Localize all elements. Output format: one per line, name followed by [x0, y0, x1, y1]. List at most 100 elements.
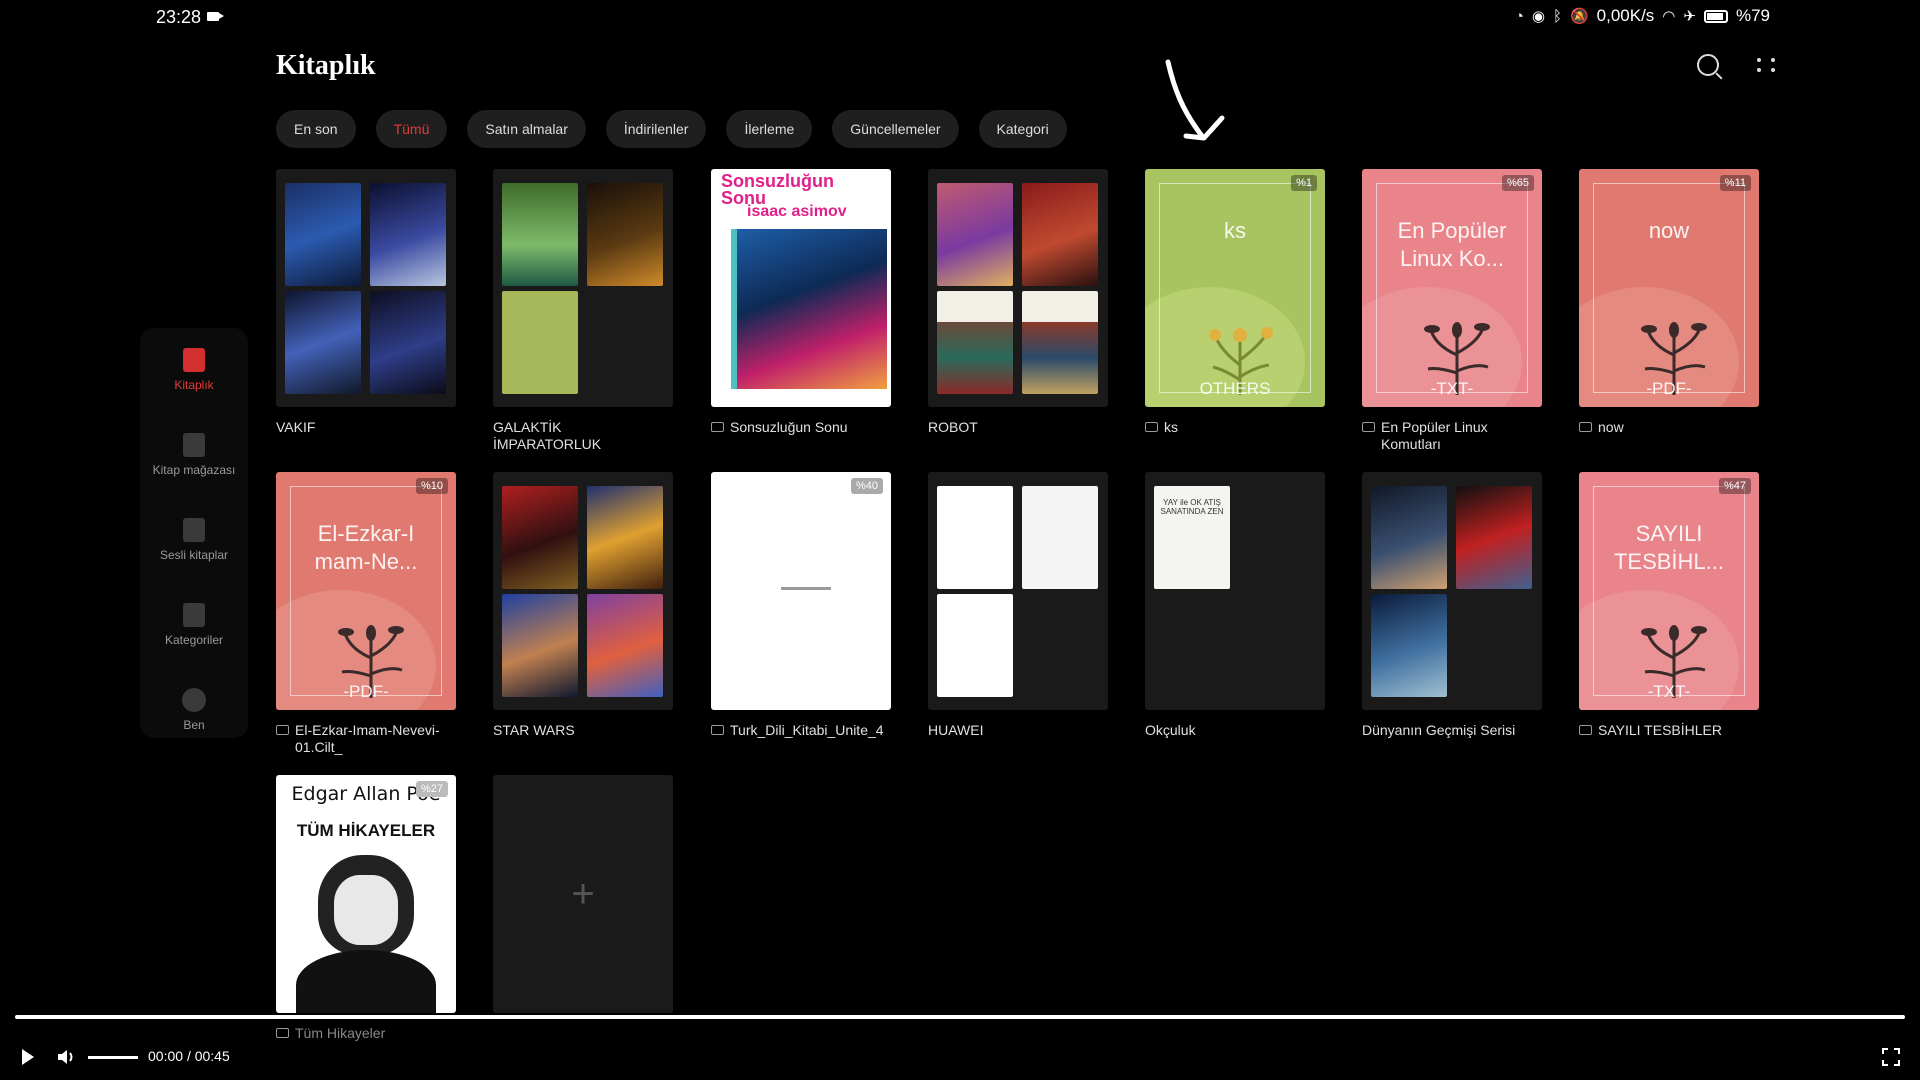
folder-icon: [1145, 422, 1158, 432]
book-item[interactable]: ROBOT: [928, 169, 1108, 436]
book-cover[interactable]: [493, 169, 673, 407]
book-title: HUAWEI: [928, 722, 984, 738]
filter-tabs: En son Tümü Satın almalar İndirilenler İ…: [276, 110, 1067, 148]
top-actions: [1697, 54, 1777, 76]
book-item[interactable]: SAYILI TESBİHL... -TXT- %47 SAYILI TESBİ…: [1579, 472, 1759, 739]
sidebar-nav: Kitaplık Kitap mağazası Sesli kitaplar K…: [140, 328, 248, 738]
play-icon[interactable]: [22, 1049, 34, 1065]
book-cover[interactable]: %40: [711, 472, 891, 710]
book-title: now: [1598, 419, 1624, 435]
book-title: El-Ezkar-Imam-Nevevi-01.Cilt_: [295, 722, 440, 755]
speed-icon: ◔: [1514, 7, 1524, 25]
book-item[interactable]: YAY ile OK ATIŞ SANATINDA ZEN Okçuluk: [1145, 472, 1325, 739]
tab-indirilenler[interactable]: İndirilenler: [605, 110, 707, 148]
book-item[interactable]: Edgar Allan Poe TÜM HİKAYELER %27 Tüm Hi…: [276, 775, 456, 1042]
video-controls: 00:00 / 00:45: [0, 1010, 1920, 1080]
book-cover[interactable]: YAY ile OK ATIŞ SANATINDA ZEN: [1145, 472, 1325, 710]
audiobook-icon: [183, 518, 205, 542]
progress-badge: %27: [415, 781, 448, 797]
video-progress[interactable]: [15, 1015, 1905, 1019]
book-item[interactable]: VAKIF: [276, 169, 456, 436]
sidebar-item-kategoriler[interactable]: Kategoriler: [140, 603, 248, 647]
sidebar-item-kitaplik[interactable]: Kitaplık: [140, 348, 248, 392]
cover-footer: -PDF-: [343, 682, 389, 701]
book-item[interactable]: Dünyanın Geçmişi Serisi: [1362, 472, 1542, 739]
tab-ilerleme[interactable]: İlerleme: [726, 110, 813, 148]
library-icon: [183, 348, 205, 372]
eye-icon: ◉: [1531, 8, 1545, 25]
book-cover[interactable]: [493, 472, 673, 710]
book-item[interactable]: %40 Turk_Dili_Kitabi_Unite_4: [711, 472, 891, 739]
arrow-annotation: [1165, 59, 1225, 141]
book-item[interactable]: En Popüler Linux Ko... -TXT- %65 En Popü…: [1362, 169, 1542, 453]
progress-badge: %47: [1718, 478, 1751, 494]
sidebar-item-sesli-kitaplar[interactable]: Sesli kitaplar: [140, 518, 248, 562]
book-title: GALAKTİK İMPARATORLUK: [493, 419, 602, 452]
book-item[interactable]: ks OTHERS %1 ks: [1145, 169, 1325, 436]
book-cover[interactable]: [1362, 472, 1542, 710]
sidebar-item-kitap-magazasi[interactable]: Kitap mağazası: [140, 433, 248, 477]
categories-icon: [183, 603, 205, 627]
cover-title: En Popüler Linux Ko...: [1397, 218, 1507, 271]
cover-footer: -TXT-: [1430, 379, 1474, 398]
folder-icon: [711, 422, 724, 432]
net-speed: 0,00K/s: [1596, 6, 1655, 25]
cover-title: El-Ezkar-I mam-Ne...: [314, 521, 418, 574]
book-cover[interactable]: En Popüler Linux Ko... -TXT- %65: [1362, 169, 1542, 407]
fullscreen-icon[interactable]: [1882, 1048, 1900, 1066]
add-icon[interactable]: +: [493, 775, 673, 1013]
cover-title: SAYILI TESBİHL...: [1613, 521, 1725, 574]
video-time: 00:00 / 00:45: [148, 1048, 230, 1064]
book-item[interactable]: GALAKTİK İMPARATORLUK: [493, 169, 673, 453]
bookstore-icon: [183, 433, 205, 457]
progress-badge: %40: [850, 478, 883, 494]
folder-icon: [1362, 422, 1375, 432]
book-item[interactable]: Sonsuzluğun Sonu isaac asimov Sonsuzluğu…: [711, 169, 891, 436]
book-item[interactable]: HUAWEI: [928, 472, 1108, 739]
book-cover[interactable]: [928, 472, 1108, 710]
book-item[interactable]: now -PDF- %11 now: [1579, 169, 1759, 436]
book-cover[interactable]: Edgar Allan Poe TÜM HİKAYELER %27: [276, 775, 456, 1013]
cover-title: now: [1648, 218, 1690, 243]
status-icons: ◔ ◉ ᛒ 🔕 0,00K/s ◠ ✈ %79: [1515, 6, 1770, 26]
tab-en-son[interactable]: En son: [276, 110, 356, 148]
more-options-icon[interactable]: [1755, 54, 1777, 76]
mute-icon: 🔕: [1569, 8, 1589, 25]
profile-icon: [182, 688, 206, 712]
book-cover[interactable]: Sonsuzluğun Sonu isaac asimov: [711, 169, 891, 407]
book-cover[interactable]: ks OTHERS %1: [1145, 169, 1325, 407]
folder-icon: [711, 725, 724, 735]
volume-icon[interactable]: [56, 1048, 76, 1066]
status-bar: 23:28 ◔ ◉ ᛒ 🔕 0,00K/s ◠ ✈ %79: [0, 0, 1920, 34]
progress-badge: %10: [415, 478, 448, 494]
book-cover[interactable]: [928, 169, 1108, 407]
cover-footer: OTHERS: [1199, 379, 1271, 398]
tab-kategori[interactable]: Kategori: [978, 110, 1067, 148]
cover-subtitle: TÜM HİKAYELER: [296, 821, 436, 840]
current-time: 00:00: [148, 1048, 184, 1064]
sidebar-item-ben[interactable]: Ben: [140, 688, 248, 732]
search-icon[interactable]: [1697, 54, 1719, 76]
book-title: Turk_Dili_Kitabi_Unite_4: [730, 722, 884, 738]
cover-title: YAY ile OK ATIŞ SANATINDA ZEN: [1154, 486, 1230, 589]
book-cover[interactable]: now -PDF- %11: [1579, 169, 1759, 407]
tab-satin-almalar[interactable]: Satın almalar: [467, 110, 586, 148]
tab-guncellemeler[interactable]: Güncellemeler: [832, 110, 959, 148]
time-separator: /: [186, 1048, 191, 1064]
book-cover[interactable]: El-Ezkar-I mam-Ne... -PDF- %10: [276, 472, 456, 710]
folder-icon: [1579, 725, 1592, 735]
book-item[interactable]: STAR WARS: [493, 472, 673, 739]
cover-footer: -PDF-: [1646, 379, 1692, 398]
book-title: VAKIF: [276, 419, 316, 435]
book-cover[interactable]: [276, 169, 456, 407]
book-cover[interactable]: SAYILI TESBİHL... -TXT- %47: [1579, 472, 1759, 710]
book-title: Okçuluk: [1145, 722, 1196, 738]
airplane-icon: ✈: [1683, 8, 1696, 25]
progress-badge: %11: [1719, 175, 1751, 191]
book-item[interactable]: El-Ezkar-I mam-Ne... -PDF- %10 El-Ezkar-…: [276, 472, 456, 756]
volume-slider[interactable]: [88, 1056, 138, 1059]
book-title: STAR WARS: [493, 722, 575, 738]
tab-tumu[interactable]: Tümü: [375, 110, 448, 148]
wifi-icon: ◠: [1662, 8, 1676, 25]
add-book-tile[interactable]: +: [493, 775, 673, 1013]
